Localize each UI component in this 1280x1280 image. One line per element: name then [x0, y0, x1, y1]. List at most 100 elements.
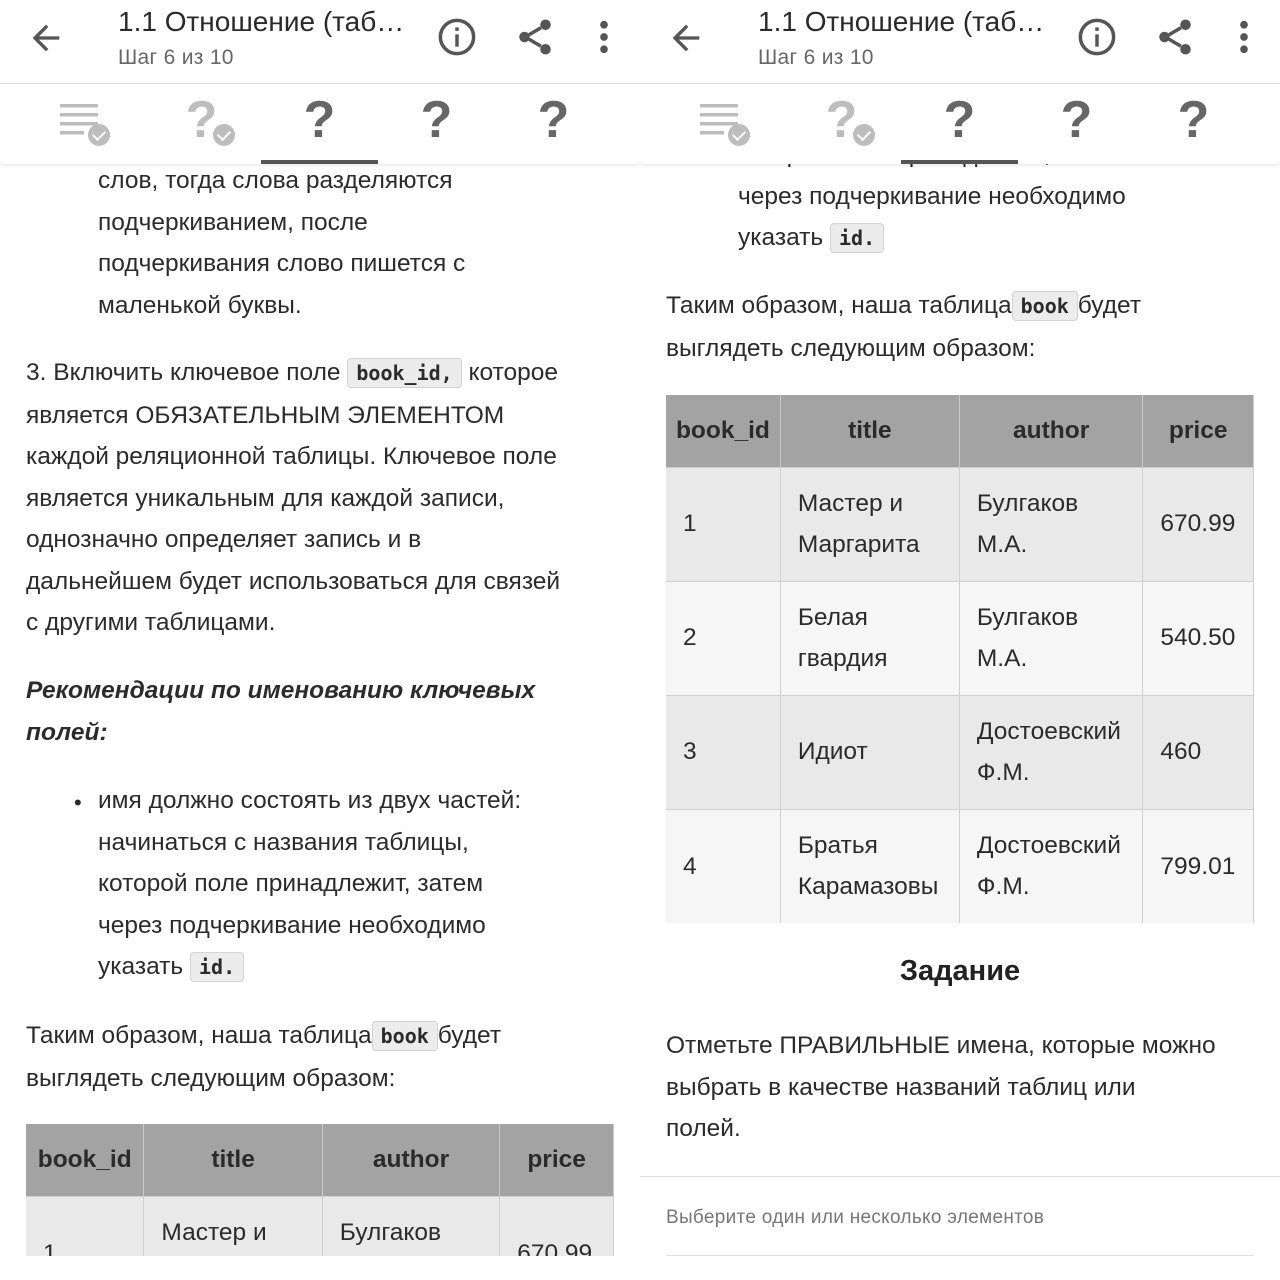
text-line: выглядеть следующим образом:: [666, 334, 1036, 362]
text-line: маленькой буквы.: [98, 291, 302, 319]
step-tab-quiz-2[interactable]: ?: [261, 84, 378, 164]
table-row: 1 Мастер иМаргарита БулгаковМ.А. 670.99: [666, 466, 1254, 581]
more-vert-icon[interactable]: [1230, 16, 1258, 58]
page-title: 1.1 Отношение (таб…: [758, 6, 1045, 37]
step-tab-quiz-3[interactable]: ?: [1018, 84, 1135, 164]
table-cell: 460: [1142, 694, 1254, 809]
step-tab-quiz-2[interactable]: ?: [901, 84, 1018, 164]
text-line: полей.: [666, 1115, 741, 1142]
column-header: price: [1142, 395, 1254, 467]
table-cell: Идиот: [780, 694, 960, 809]
question-icon: ?: [420, 91, 453, 149]
table-intro-text: Таким образом, наша таблица book будет выг…: [666, 285, 1141, 369]
table-cell: БулгаковМ.А.: [322, 1195, 501, 1256]
book-table-viewport[interactable]: book_id title author price 1 Мастер иМар…: [26, 1124, 614, 1256]
completed-check-icon: [853, 124, 875, 146]
table-cell: 4: [666, 808, 781, 923]
step-tab-theory[interactable]: [666, 84, 783, 164]
inline-code: book: [1011, 291, 1078, 321]
table-cell: БулгаковМ.А.: [959, 466, 1144, 581]
step-tab-quiz-1[interactable]: ?: [783, 84, 900, 164]
text-line: подчеркивания слово пишется с: [98, 250, 466, 277]
table-cell: Братья Карамазовы: [780, 808, 960, 923]
question-icon: ?: [825, 91, 858, 149]
text-line: через подчеркивание необходимо: [98, 911, 486, 939]
share-icon[interactable]: [514, 16, 556, 58]
back-arrow-icon[interactable]: [666, 18, 706, 58]
table-cell: 670.99: [1142, 466, 1254, 581]
text-line: с другими таблицами.: [26, 609, 276, 636]
step-tab-quiz-3[interactable]: ?: [378, 84, 495, 164]
table-row: 1 Мастер иМаргарита БулгаковМ.А. 670.99: [26, 1195, 614, 1256]
text-line: имя должно состоять из двух частей:: [98, 787, 522, 814]
app-bar: 1.1 Отношение (таб… Шаг 6 из 10: [0, 0, 640, 84]
inline-code: id.: [189, 952, 245, 982]
column-header: book_id: [666, 395, 781, 467]
text-line: Таким образом, наша таблица book будет: [26, 1021, 502, 1051]
inline-code: book_id,: [347, 358, 462, 388]
divider: [666, 1255, 1254, 1256]
share-icon[interactable]: [1154, 16, 1196, 58]
info-icon[interactable]: [436, 16, 478, 58]
table-cell: 670.99: [499, 1195, 614, 1256]
text-line: является ОБЯЗАТЕЛЬНЫМ ЭЛЕМЕНТОМ: [26, 401, 505, 429]
question-icon: ?: [1177, 91, 1210, 149]
text-line: полей:: [26, 718, 108, 746]
table-cell: Достоевский Ф.М.: [959, 808, 1144, 923]
app-bar: 1.1 Отношение (таб… Шаг 6 из 10: [640, 0, 1280, 84]
question-icon: ?: [1060, 91, 1093, 149]
text-line: Рекомендации по именованию ключевых: [26, 677, 536, 704]
inline-code: book: [371, 1021, 438, 1051]
bullet-item-text: имя должно состоять из двух частей: начи…: [98, 780, 521, 989]
step-tab-quiz-4[interactable]: ?: [495, 84, 612, 164]
text-line: 3. Включить ключевое поле book_id, котор…: [26, 358, 559, 388]
task-heading: Задание: [899, 955, 1021, 987]
left-screen: 1.1 Отношение (таб… Шаг 6 из 10 ? ? ? ? …: [0, 0, 640, 1280]
text-line: начинаться с названия таблицы,: [98, 828, 469, 856]
text-line: Таким образом, наша таблица book будет: [666, 291, 1142, 321]
step-tab-quiz-1[interactable]: ?: [143, 84, 260, 164]
naming-rule-text: слов, тогда слова разделяются подчеркива…: [98, 160, 465, 326]
question-icon: ?: [537, 91, 570, 149]
text-line: подчеркиванием, после: [98, 208, 368, 236]
back-arrow-icon[interactable]: [26, 18, 66, 58]
column-header: title: [143, 1124, 323, 1196]
book-table-viewport[interactable]: book_id title author price 1 Мастер иМар…: [666, 395, 1254, 925]
column-header: author: [959, 395, 1144, 467]
text-line: Отметьте ПРАВИЛЬНЫЕ имена, которые можно: [666, 1032, 1216, 1059]
column-header: title: [780, 395, 960, 467]
more-vert-icon[interactable]: [590, 16, 618, 58]
page-title: 1.1 Отношение (таб…: [118, 6, 405, 37]
step-tabs: ? ? ? ?: [640, 84, 1280, 164]
text-line: выбрать в качестве названий таблиц или: [666, 1073, 1136, 1101]
selection-hint: Выберите один или несколько элементов: [666, 1207, 1045, 1228]
column-header: author: [322, 1124, 501, 1196]
text-line: указать id.: [738, 217, 1126, 260]
table-cell: Мастер иМаргарита: [143, 1195, 323, 1256]
completed-check-icon: [728, 124, 750, 146]
completed-check-icon: [88, 124, 110, 146]
book-table: book_id title author price 1 Мастер иМар…: [666, 395, 1254, 923]
table-cell: Белая гвардия: [780, 580, 960, 695]
table-row: 3 Идиот Достоевский Ф.М. 460: [666, 694, 1254, 809]
divider: [640, 1176, 1280, 1177]
table-cell: 1: [666, 466, 781, 581]
table-intro-text: Таким образом, наша таблица book будет выг…: [26, 1015, 501, 1099]
info-icon[interactable]: [1076, 16, 1118, 58]
table-row: 4 Братья Карамазовы Достоевский Ф.М. 799.0…: [666, 808, 1254, 923]
question-icon: ?: [943, 91, 976, 149]
right-screen: 1.1 Отношение (таб… Шаг 6 из 10 ? ? ? ? …: [640, 0, 1280, 1280]
text-line: через подчеркивание необходимо: [738, 182, 1126, 210]
step-counter: Шаг 6 из 10: [758, 46, 874, 69]
question-icon: ?: [185, 91, 218, 149]
step-tabs: ? ? ? ?: [0, 84, 640, 164]
question-icon: ?: [303, 91, 336, 149]
book-table: book_id title author price 1 Мастер иМар…: [26, 1124, 614, 1256]
column-header: book_id: [26, 1124, 145, 1196]
text-line: слов, тогда слова разделяются: [98, 167, 453, 194]
completed-check-icon: [213, 124, 235, 146]
step-tab-theory[interactable]: [26, 84, 143, 164]
text-line: указать id.: [98, 946, 521, 989]
step-tab-quiz-4[interactable]: ?: [1135, 84, 1252, 164]
table-cell: БулгаковМ.А.: [959, 580, 1144, 695]
